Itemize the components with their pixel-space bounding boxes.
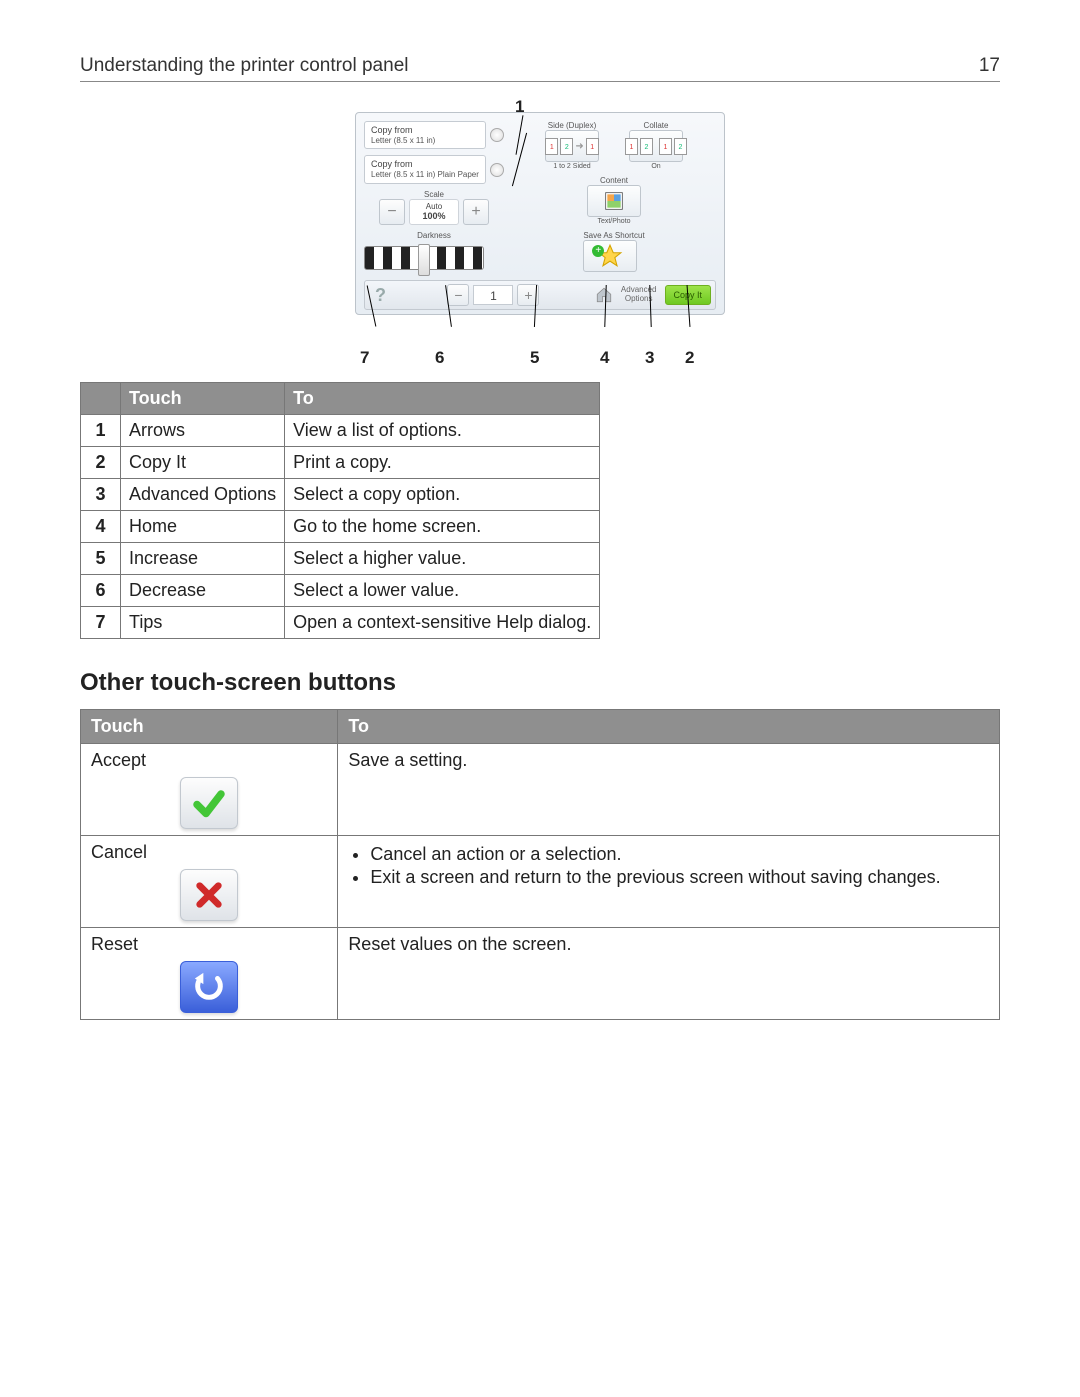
copies-decrease-button[interactable]: −: [447, 284, 469, 306]
touch-table: Touch To 1ArrowsView a list of options. …: [80, 382, 600, 639]
table-row: 6DecreaseSelect a lower value.: [81, 575, 600, 607]
callout-3: 3: [645, 348, 654, 368]
advanced-options-button[interactable]: Advanced Options: [617, 286, 661, 304]
content-tile[interactable]: [587, 185, 641, 217]
table-row: 4HomeGo to the home screen.: [81, 511, 600, 543]
cancel-button[interactable]: [180, 869, 238, 921]
table-row: Cancel Cancel an action or a selection. …: [81, 836, 1000, 928]
col-touch: Touch: [121, 383, 285, 415]
printer-panel-figure: 1 Copy from Letter (8.5 x 11 in) Copy fr…: [355, 112, 725, 368]
collate-value: On: [629, 163, 683, 170]
callout-6: 6: [435, 348, 444, 368]
callouts-bottom: 7 6 5 4 3 2: [355, 313, 725, 368]
collate-label: Collate: [629, 121, 683, 130]
arrow-button[interactable]: [490, 128, 504, 142]
copies-value: 1: [473, 285, 513, 305]
arrow-button[interactable]: [490, 163, 504, 177]
callout-1: 1: [515, 97, 524, 117]
field-label: Copy from: [371, 125, 413, 135]
section-heading: Other touch-screen buttons: [80, 669, 1000, 697]
cancel-label: Cancel: [91, 842, 147, 862]
copy-from-field-2[interactable]: Copy from Letter (8.5 x 11 in) Plain Pap…: [364, 155, 486, 183]
callout-7: 7: [360, 348, 369, 368]
collate-tile[interactable]: 1212: [629, 130, 683, 162]
home-icon[interactable]: [595, 286, 613, 304]
table-row: 7TipsOpen a context-sensitive Help dialo…: [81, 607, 600, 639]
callout-2: 2: [685, 348, 694, 368]
content-group: Content Text/Photo: [587, 176, 641, 225]
tips-button[interactable]: ?: [369, 285, 392, 306]
sides-label: Side (Duplex): [545, 121, 599, 130]
col-to: To: [338, 710, 1000, 744]
scale-value: Auto 100%: [409, 199, 459, 225]
save-shortcut-tile[interactable]: +: [583, 240, 637, 272]
callout-5: 5: [530, 348, 539, 368]
content-label: Content: [587, 176, 641, 185]
darkness-group: Darkness: [364, 231, 504, 270]
header-title: Understanding the printer control panel: [80, 55, 408, 77]
col-blank: [81, 383, 121, 415]
undo-arrow-icon: [192, 970, 226, 1004]
sides-tile[interactable]: 12➜1: [545, 130, 599, 162]
table-row: 5IncreaseSelect a higher value.: [81, 543, 600, 575]
accept-label: Accept: [91, 750, 146, 770]
scale-decrease-button[interactable]: −: [379, 199, 405, 225]
checkmark-icon: [191, 785, 227, 821]
list-item: Exit a screen and return to the previous…: [370, 867, 989, 888]
collate-group: Collate 1212 On: [629, 121, 683, 170]
table-row: 2Copy ItPrint a copy.: [81, 447, 600, 479]
callout-4: 4: [600, 348, 609, 368]
table-row: 1ArrowsView a list of options.: [81, 415, 600, 447]
copy-from-field-1[interactable]: Copy from Letter (8.5 x 11 in): [364, 121, 486, 149]
table-row: 3Advanced OptionsSelect a copy option.: [81, 479, 600, 511]
scale-label: Scale: [364, 190, 504, 199]
scale-percent: 100%: [422, 211, 445, 221]
sides-value: 1 to 2 Sided: [545, 163, 599, 170]
list-item: Cancel an action or a selection.: [370, 844, 989, 865]
accept-desc: Save a setting.: [338, 744, 1000, 836]
scale-group: Scale − Auto 100% +: [364, 190, 504, 225]
shortcut-label: Save As Shortcut: [583, 231, 644, 240]
other-buttons-table: Touch To Accept Save a setting. Cancel: [80, 709, 1000, 1020]
col-touch: Touch: [81, 710, 338, 744]
reset-button[interactable]: [180, 961, 238, 1013]
cancel-desc-list: Cancel an action or a selection. Exit a …: [348, 844, 989, 888]
field-label: Copy from: [371, 159, 413, 169]
reset-desc: Reset values on the screen.: [338, 928, 1000, 1020]
field-value: Letter (8.5 x 11 in): [371, 136, 479, 146]
table-row: Accept Save a setting.: [81, 744, 1000, 836]
scale-increase-button[interactable]: +: [463, 199, 489, 225]
content-value: Text/Photo: [587, 218, 641, 225]
col-to: To: [285, 383, 600, 415]
shortcut-group: Save As Shortcut +: [583, 231, 644, 272]
table-row: Reset Reset values on the screen.: [81, 928, 1000, 1020]
x-icon: [193, 879, 225, 911]
darkness-label: Darkness: [364, 231, 504, 240]
darkness-slider[interactable]: [364, 246, 484, 270]
scale-mode: Auto: [426, 202, 442, 211]
reset-label: Reset: [91, 934, 138, 954]
page-number: 17: [979, 55, 1000, 77]
panel-bottom-bar: ? − 1 + Advanced Options Copy It: [364, 280, 716, 310]
printer-touch-panel: Copy from Letter (8.5 x 11 in) Copy from…: [355, 112, 725, 315]
field-value: Letter (8.5 x 11 in) Plain Paper: [371, 170, 479, 180]
sides-group: Side (Duplex) 12➜1 1 to 2 Sided: [545, 121, 599, 170]
text-photo-icon: [604, 191, 624, 211]
page-header: Understanding the printer control panel …: [80, 55, 1000, 82]
accept-button[interactable]: [180, 777, 238, 829]
